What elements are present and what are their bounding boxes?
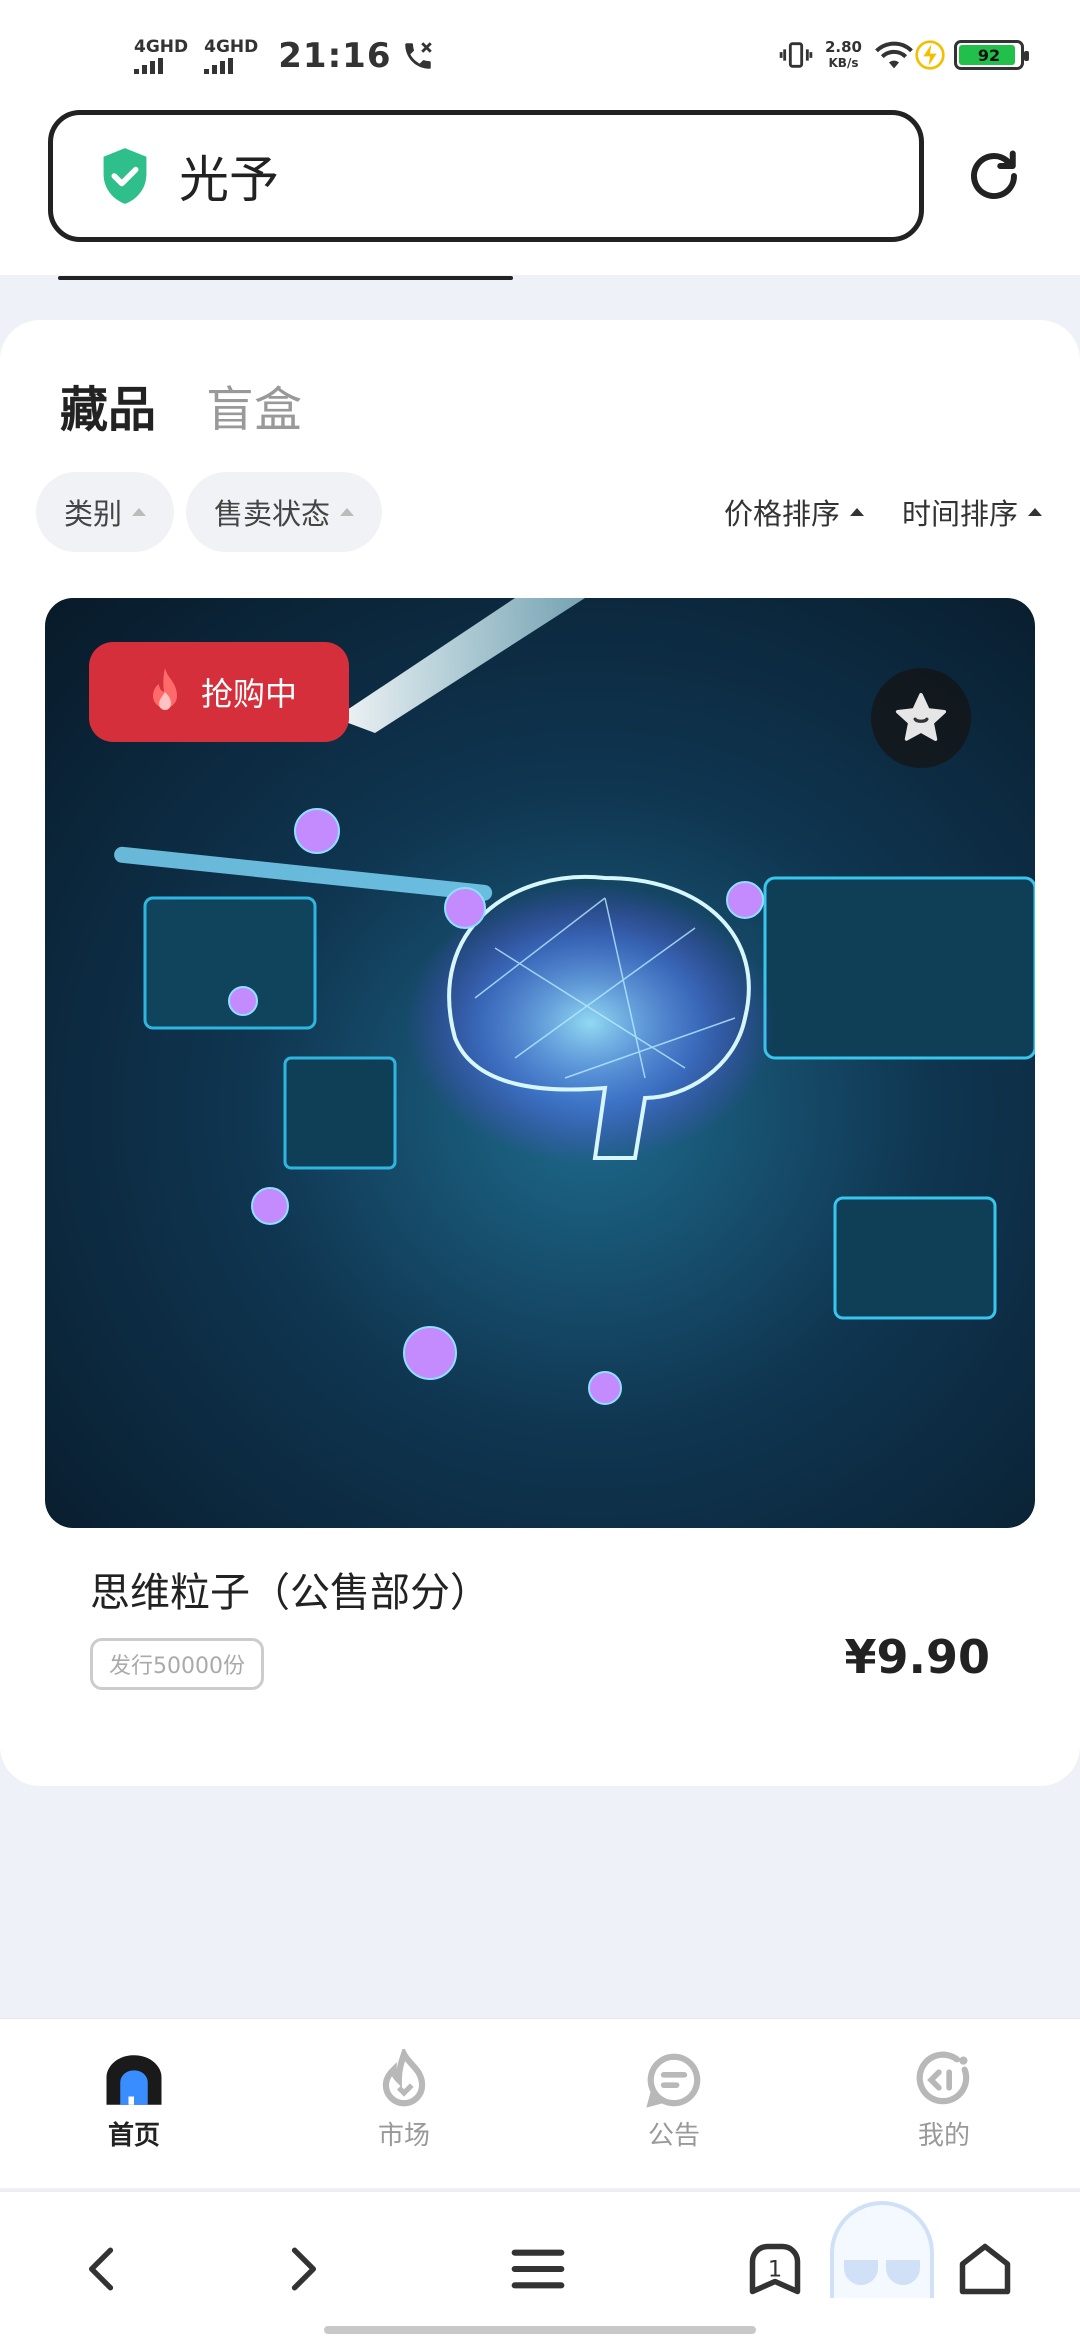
nav-home[interactable]: 首页 [74, 2049, 194, 2152]
sale-status-filter-label: 售卖状态 [214, 497, 331, 531]
tabs-button[interactable]: 1 [740, 2234, 810, 2304]
nav-announcements-label: 公告 [647, 2121, 700, 2151]
network-label-1: 4GHD [134, 37, 189, 57]
menu-icon [511, 2249, 565, 2289]
status-badge: 抢购中 [89, 642, 349, 742]
time-sort[interactable]: 时间排序 [902, 472, 1043, 552]
announcement-icon [646, 2053, 701, 2108]
price-sort[interactable]: 价格排序 [724, 472, 865, 552]
status-bar: 4GHD 4GHD 21:16 2.80 KB/s 92 [0, 0, 1080, 110]
star-icon [895, 692, 947, 741]
market-icon [382, 2049, 426, 2107]
network-label-2: 4GHD [204, 37, 259, 57]
browser-toolbar: 1 [0, 2190, 1080, 2340]
reload-icon[interactable] [964, 146, 1024, 206]
battery-icon: 92 [954, 40, 1029, 70]
price-sort-label: 价格排序 [724, 497, 841, 531]
caret-up-icon [1028, 508, 1043, 516]
collection-card: 藏品 盲盒 类别 售卖状态 价格排序 时间排序 抢购中 思维粒子（公售部分） 发… [0, 320, 1080, 1786]
flame-icon [152, 668, 177, 710]
category-filter[interactable]: 类别 [36, 472, 175, 552]
battery-level: 92 [977, 45, 1001, 65]
chevron-left-icon [88, 2247, 114, 2291]
signal-indicator-1: 4GHD [134, 38, 188, 74]
menu-button[interactable] [503, 2234, 573, 2304]
tabs-icon: 1 [749, 2243, 801, 2295]
nav-profile[interactable]: 我的 [884, 2049, 1004, 2152]
product-price: ¥9.90 [844, 1630, 990, 1684]
scroll-sliver [58, 276, 513, 280]
home-indicator[interactable] [324, 2326, 756, 2334]
back-button[interactable] [65, 2234, 135, 2304]
wifi-icon [875, 41, 913, 69]
caret-up-icon [850, 508, 865, 516]
filter-row: 类别 售卖状态 价格排序 时间排序 [36, 472, 1044, 552]
favorite-button[interactable] [871, 668, 971, 768]
signal-bars-icon [204, 58, 234, 74]
signal-bars-icon [134, 58, 163, 74]
house-icon [959, 2243, 1011, 2295]
bottom-nav: 首页 市场 公告 我的 [0, 2018, 1080, 2188]
chevron-right-icon [291, 2247, 317, 2291]
charging-icon [915, 40, 945, 70]
speed-value: 2.80 [824, 38, 862, 56]
clock: 21:16 [278, 36, 392, 76]
nav-market[interactable]: 市场 [344, 2049, 464, 2152]
caret-up-icon [340, 508, 355, 516]
tab-count: 1 [768, 2257, 782, 2283]
shield-check-icon [103, 148, 147, 204]
caret-up-icon [132, 508, 147, 516]
address-bar[interactable]: 光予 [48, 110, 924, 242]
home-button[interactable] [950, 2234, 1020, 2304]
time-sort-label: 时间排序 [902, 497, 1019, 531]
product-image[interactable]: 抢购中 [45, 598, 1035, 1528]
network-speed: 2.80 KB/s [825, 39, 862, 71]
address-text: 光予 [179, 151, 279, 209]
home-icon [106, 2055, 162, 2105]
tab-blind-box[interactable]: 盲盒 [206, 370, 302, 440]
nav-market-label: 市场 [377, 2121, 430, 2151]
sale-status-filter[interactable]: 售卖状态 [186, 472, 383, 552]
vibrate-icon [779, 42, 813, 68]
forward-button[interactable] [270, 2234, 340, 2304]
speed-unit: KB/s [828, 56, 859, 70]
call-icon [405, 42, 433, 69]
nav-announcements[interactable]: 公告 [614, 2049, 734, 2152]
issue-count-tag: 发行50000份 [90, 1638, 264, 1690]
product-title[interactable]: 思维粒子（公售部分） [90, 1560, 490, 1618]
status-badge-text: 抢购中 [200, 675, 297, 713]
category-filter-label: 类别 [64, 497, 123, 531]
nav-home-label: 首页 [107, 2121, 160, 2151]
profile-icon [916, 2051, 970, 2105]
nav-profile-label: 我的 [917, 2121, 970, 2151]
tab-collectibles[interactable]: 藏品 [60, 370, 156, 440]
signal-indicator-2: 4GHD [204, 38, 258, 74]
mascot-icon [830, 2201, 934, 2298]
tab-bar: 藏品 盲盒 [60, 370, 302, 440]
